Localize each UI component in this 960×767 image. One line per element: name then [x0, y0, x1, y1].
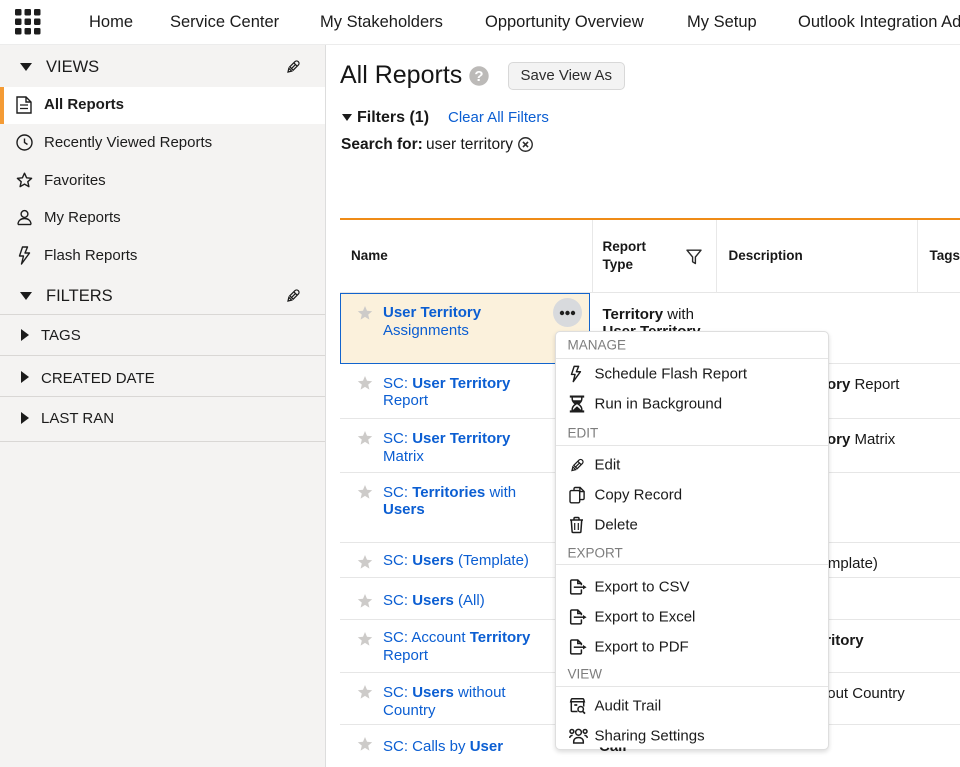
svg-text:?: ? [474, 68, 483, 85]
